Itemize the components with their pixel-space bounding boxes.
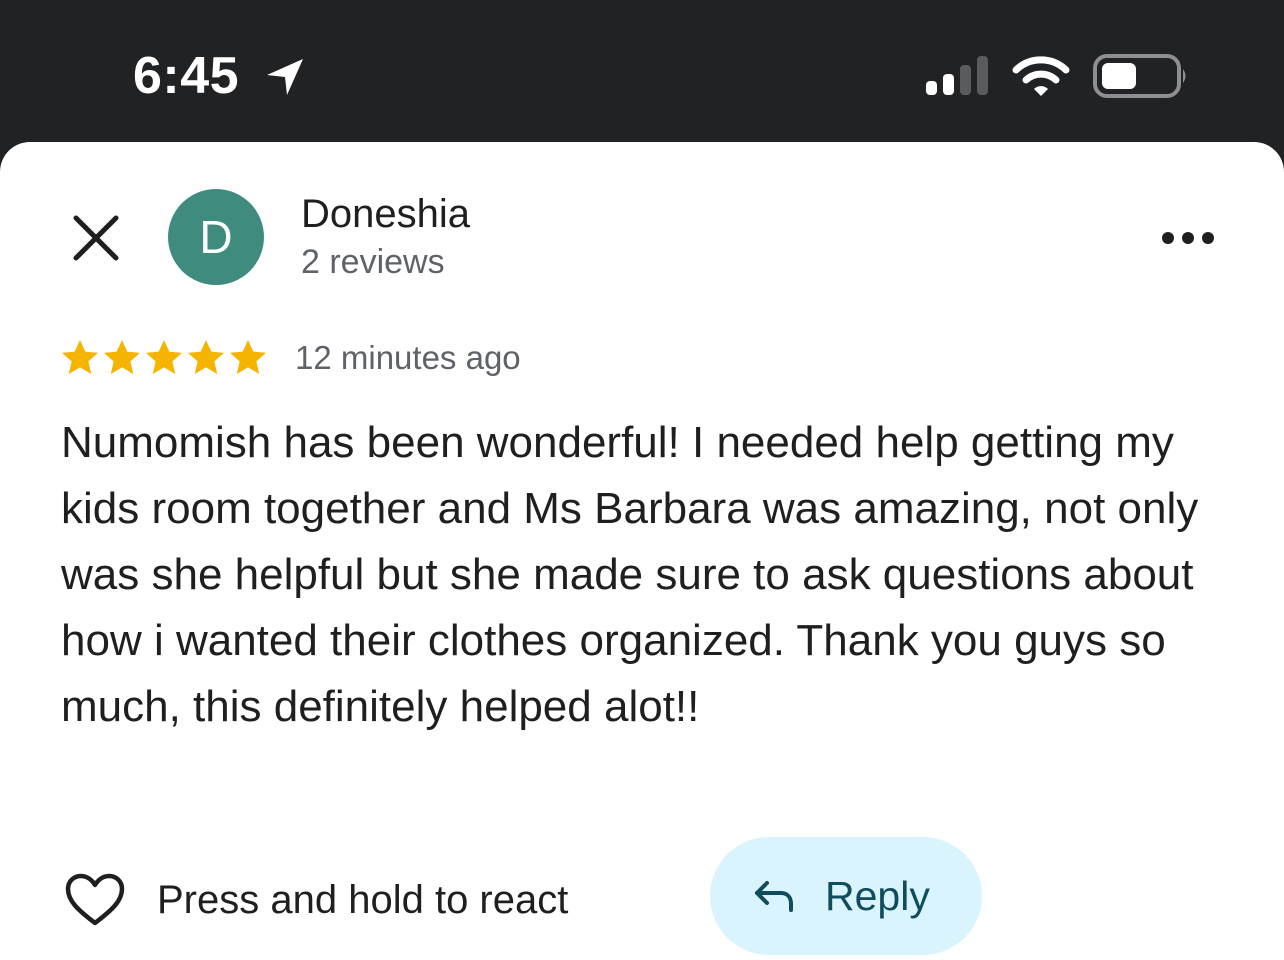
reply-label: Reply <box>825 873 930 919</box>
star-icon <box>104 340 140 374</box>
star-icon <box>62 340 98 374</box>
react-button[interactable]: Press and hold to react <box>64 870 568 930</box>
wifi-icon <box>1012 56 1070 96</box>
review-count[interactable]: 2 reviews <box>301 240 445 284</box>
heart-outline-icon <box>65 873 125 926</box>
star-rating <box>60 338 268 378</box>
location-arrow-icon <box>267 59 303 95</box>
cellular-signal-icon <box>926 56 988 95</box>
reply-button[interactable]: Reply <box>710 837 982 955</box>
reviewer-name[interactable]: Doneshia <box>301 190 470 238</box>
react-label: Press and hold to react <box>157 877 569 922</box>
review-sheet: D Doneshia 2 reviews 12 minutes ago Numo… <box>0 142 1284 960</box>
close-icon[interactable] <box>68 210 124 266</box>
star-icon <box>188 340 224 374</box>
avatar[interactable]: D <box>168 189 264 285</box>
more-options-icon[interactable] <box>1158 220 1218 256</box>
reply-arrow-icon <box>755 881 793 912</box>
status-bar: 6:45 <box>0 0 1284 142</box>
review-text: Numomish has been wonderful! I needed he… <box>61 418 1199 731</box>
status-time: 6:45 <box>133 47 240 105</box>
star-icon <box>146 340 182 374</box>
review-timestamp: 12 minutes ago <box>295 339 521 376</box>
star-icon <box>230 340 266 374</box>
battery-icon <box>1093 54 1186 98</box>
